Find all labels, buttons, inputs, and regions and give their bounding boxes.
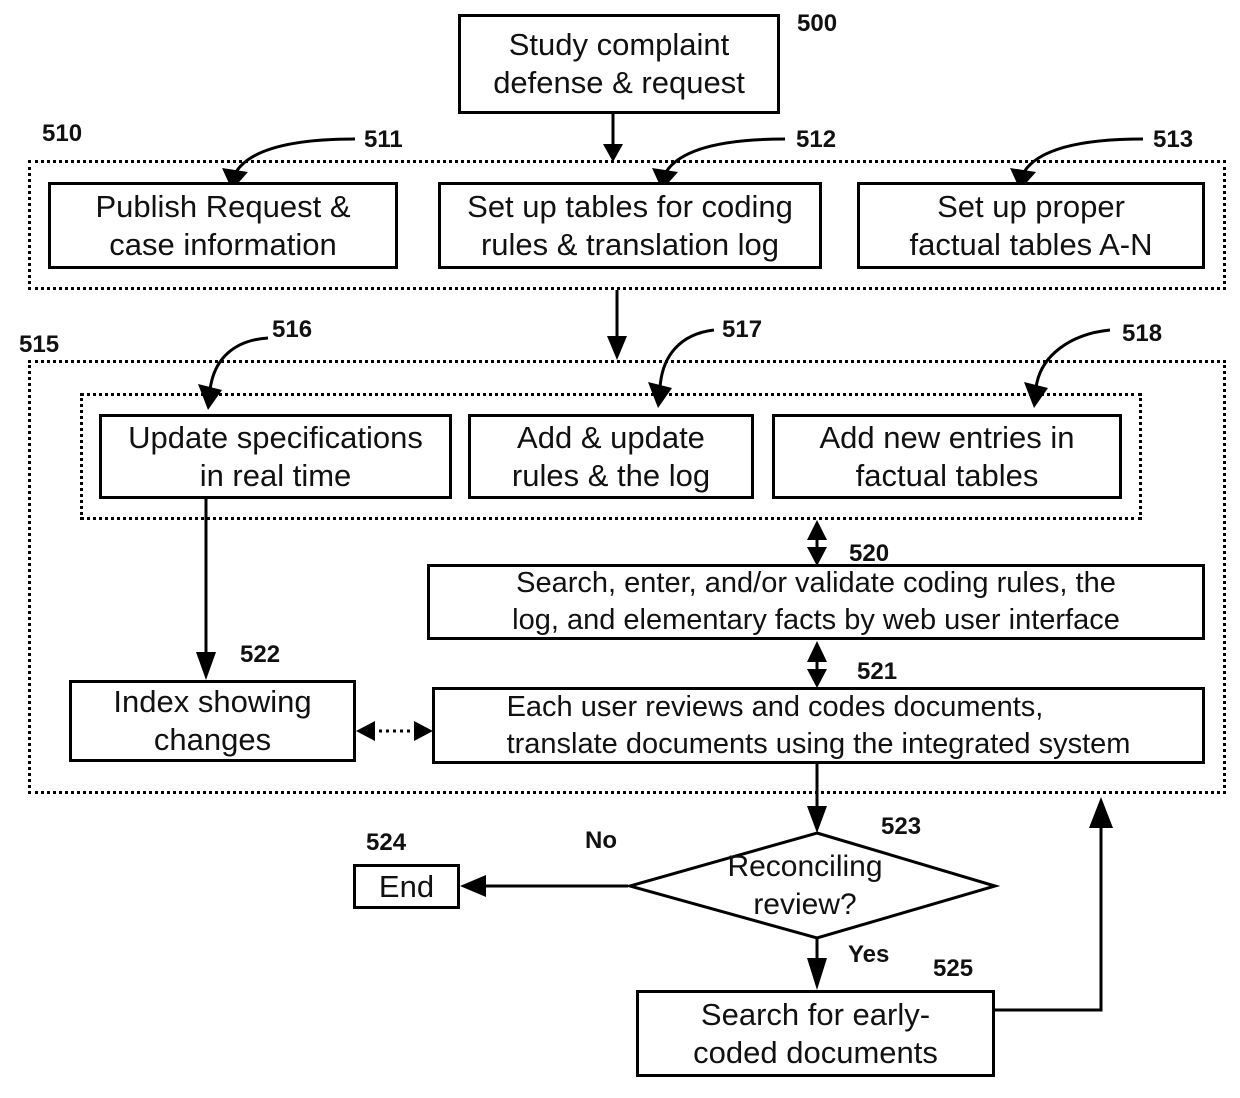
- arrowhead: [607, 336, 627, 360]
- node-publish-request: Publish Request & case information: [48, 182, 398, 269]
- ref-524: 524: [366, 829, 407, 856]
- node-text-line: coded documents: [693, 1034, 938, 1070]
- node-text-line: Index showing: [113, 684, 312, 719]
- node-text-line: Study complaint: [508, 27, 730, 62]
- node-text-line: changes: [153, 722, 272, 757]
- node-update-specs: Update specifications in real time: [99, 414, 452, 499]
- ref-500: 500: [797, 10, 838, 37]
- node-text-line: factual tables A-N: [909, 226, 1153, 262]
- ref-517: 517: [722, 316, 763, 343]
- edge-label-yes: Yes: [848, 941, 890, 968]
- ref-515: 515: [19, 331, 60, 358]
- node-text-line: case information: [109, 226, 337, 262]
- ref-525: 525: [933, 955, 974, 982]
- node-text-line: log, and elementary facts by web user in…: [512, 604, 1120, 636]
- ref-522: 522: [240, 641, 281, 668]
- node-text-line: Set up tables for coding: [467, 188, 793, 224]
- node-text-line: Update specifications: [128, 419, 423, 455]
- node-setup-tables: Set up tables for coding rules & translat…: [438, 182, 822, 269]
- arrowhead: [460, 875, 486, 897]
- node-text-line: Search for early-: [700, 996, 931, 1032]
- ref-523: 523: [881, 813, 922, 840]
- arrowhead: [807, 958, 827, 990]
- ref-513: 513: [1153, 126, 1194, 153]
- node-text-line: Reconciling: [727, 850, 883, 883]
- node-setup-factual: Set up proper factual tables A-N: [857, 182, 1205, 269]
- ref-510: 510: [42, 120, 83, 147]
- ref-521: 521: [857, 658, 898, 685]
- ref-520: 520: [849, 540, 890, 567]
- node-text-line: Add & update: [517, 419, 705, 455]
- node-end: End: [353, 864, 460, 909]
- node-each-user-reviews: Each user reviews and codes documents, tr…: [432, 687, 1205, 764]
- node-add-entries: Add new entries in factual tables: [772, 414, 1122, 499]
- ref-511: 511: [364, 126, 403, 153]
- arrow-loop-back: [995, 820, 1103, 1012]
- node-index-changes: Index showing changes: [69, 680, 356, 762]
- ref-512: 512: [796, 126, 837, 153]
- node-text-line: Set up proper: [937, 188, 1125, 224]
- node-text-line: translate documents using the integrated…: [506, 727, 1131, 760]
- node-text-line: Publish Request &: [95, 188, 351, 224]
- ref-518: 518: [1122, 320, 1163, 347]
- node-text-line: review?: [753, 888, 857, 921]
- node-study-complaint: Study complaint defense & request: [458, 14, 780, 114]
- node-search-early-coded: Search for early-coded documents: [636, 990, 995, 1077]
- arrowhead: [807, 806, 827, 833]
- edge-label-no: No: [585, 827, 617, 854]
- ref-516: 516: [272, 316, 313, 343]
- node-text-line: Each user reviews and codes documents,: [506, 690, 1044, 723]
- node-text-line: defense & request: [493, 65, 745, 100]
- node-add-rules: Add & update rules & the log: [468, 414, 754, 499]
- node-search-validate: Search, enter, and/or validate coding ru…: [427, 564, 1205, 640]
- node-decision-label: Reconciling review?: [700, 848, 910, 924]
- node-text-line: Add new entries in: [819, 419, 1075, 455]
- node-text-line: Search, enter, and/or validate coding ru…: [516, 567, 1116, 599]
- node-text-line: in real time: [199, 457, 352, 493]
- node-text-line: rules & translation log: [480, 226, 780, 262]
- arrowhead: [1089, 797, 1113, 828]
- node-text-line: rules & the log: [511, 457, 711, 493]
- node-text-line: factual tables: [855, 457, 1039, 493]
- node-text-line: End: [378, 868, 435, 904]
